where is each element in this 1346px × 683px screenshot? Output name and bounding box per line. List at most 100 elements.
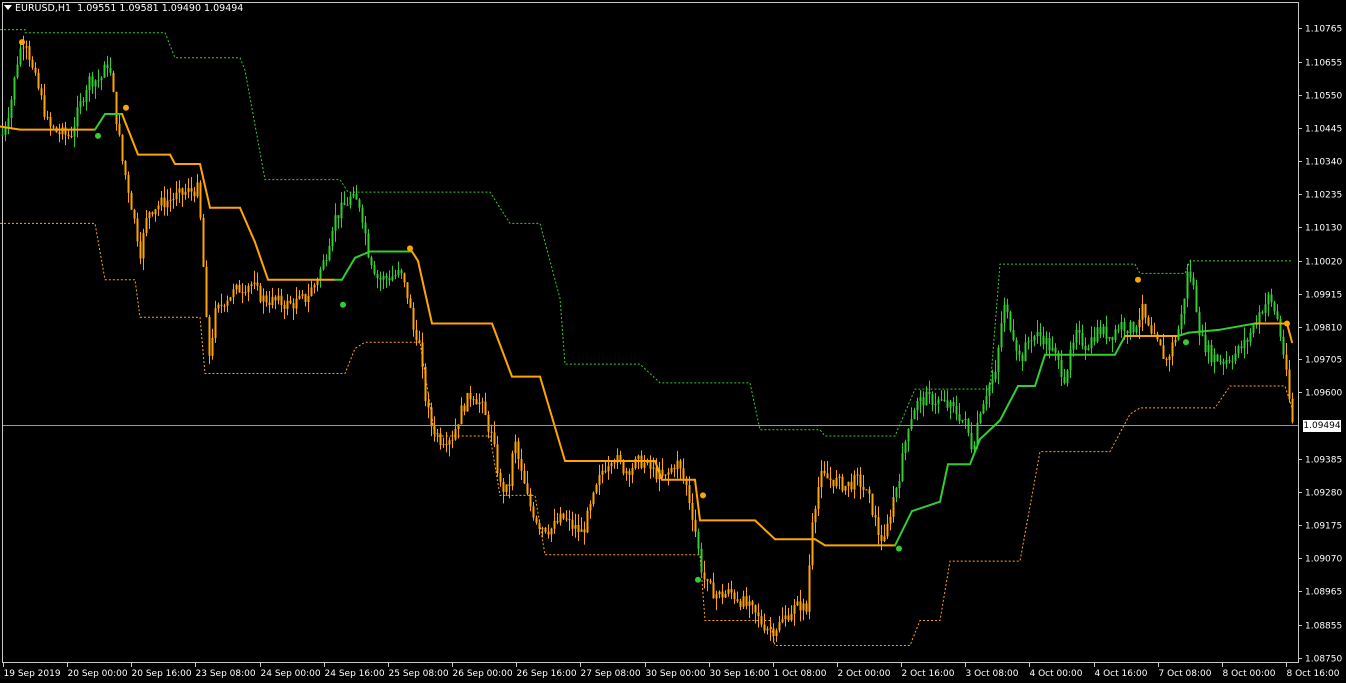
candle-body — [763, 624, 766, 631]
candle-body — [121, 134, 124, 161]
price-tick-label: 1.10130 — [1305, 224, 1342, 234]
candle-body — [253, 282, 256, 285]
candle-body — [103, 64, 106, 78]
candle-body — [25, 46, 28, 48]
candle-body — [505, 484, 508, 492]
candle-body — [160, 197, 163, 206]
current-price-label: 1.09494 — [1303, 419, 1341, 432]
price-tick-label: 1.10765 — [1305, 25, 1342, 35]
candle-body — [67, 134, 70, 136]
candle-body — [775, 630, 778, 636]
symbol-name: EURUSD,H1 — [15, 3, 72, 14]
candle-body — [985, 395, 988, 405]
candle-body — [748, 601, 751, 606]
candle-body — [61, 127, 64, 135]
candle-body — [526, 483, 529, 494]
candle-body — [757, 612, 760, 617]
candle-body — [286, 300, 289, 309]
time-tick-label: 1 Oct 08:00 — [774, 669, 827, 679]
candle-body — [436, 433, 439, 435]
candle-body — [1153, 333, 1156, 335]
candle-body — [1171, 342, 1174, 357]
candle-body — [799, 601, 802, 611]
candle-body — [898, 481, 901, 488]
candle-body — [1246, 339, 1249, 342]
candle-body — [1096, 327, 1099, 342]
candle-body — [1210, 344, 1213, 363]
candle-body — [1165, 359, 1168, 360]
signal-dot — [340, 301, 346, 308]
candle-body — [751, 601, 754, 606]
candle-body — [85, 89, 88, 102]
candle-body — [463, 405, 466, 412]
candle-body — [1186, 271, 1189, 299]
candle-body — [1180, 314, 1183, 330]
candle-body — [442, 444, 445, 446]
candle-body — [982, 404, 985, 414]
candle-body — [1225, 360, 1228, 364]
candle-body — [826, 473, 829, 479]
candle-body — [136, 218, 139, 242]
symbol-header[interactable]: EURUSD,H1 1.09551 1.09581 1.09490 1.0949… — [4, 3, 243, 14]
time-tick-label: 20 Sep 16:00 — [132, 669, 192, 679]
candle-body — [1090, 337, 1093, 349]
candle-body — [361, 207, 364, 223]
dropdown-triangle-icon[interactable] — [4, 5, 12, 10]
candle-body — [586, 510, 589, 533]
candle-body — [1174, 339, 1177, 343]
price-chart[interactable]: 1.10765 1.10655 1.10550 1.10445 1.10340 1.102… — [0, 0, 1346, 683]
price-tick-label: 1.10235 — [1305, 191, 1342, 201]
candle-body — [439, 433, 442, 445]
candle-body — [859, 474, 862, 487]
candle-body — [142, 232, 145, 259]
candle-body — [40, 88, 43, 96]
candle-body — [127, 175, 130, 193]
price-tick-label: 1.10445 — [1305, 125, 1342, 135]
candle-body — [1222, 361, 1225, 364]
candle-body — [10, 99, 13, 118]
candle-body — [814, 508, 817, 523]
time-tick-label: 2 Oct 16:00 — [902, 669, 955, 679]
candle-body — [64, 127, 67, 135]
candle-body — [124, 161, 127, 176]
candle-body — [979, 413, 982, 423]
candle-body — [346, 204, 349, 206]
candle-body — [202, 217, 205, 267]
candle-body — [961, 420, 964, 422]
candle-body — [229, 297, 232, 301]
candle-body — [718, 591, 721, 595]
candle-body — [13, 77, 16, 100]
candle-body — [679, 460, 682, 469]
candle-body — [397, 270, 400, 275]
candle-body — [877, 517, 880, 535]
candle-body — [484, 401, 487, 415]
candle-body — [1258, 312, 1261, 324]
candle-body — [373, 265, 376, 274]
price-tick-label: 1.10655 — [1305, 59, 1342, 69]
candle-body — [787, 615, 790, 621]
candle-body — [700, 548, 703, 573]
candle-body — [7, 118, 10, 127]
time-tick-label: 8 Oct 16:00 — [1287, 669, 1340, 679]
candle-body — [475, 399, 478, 405]
candle-body — [1141, 304, 1144, 320]
signal-dot — [123, 104, 129, 111]
time-tick-label: 30 Sep 00:00 — [646, 669, 706, 679]
candle-body — [325, 260, 328, 262]
candle-body — [970, 433, 973, 450]
candle-body — [535, 517, 538, 523]
candle-body — [244, 292, 247, 293]
candle-body — [583, 529, 586, 533]
candle-body — [676, 460, 679, 470]
candle-body — [580, 529, 583, 532]
candle-body — [1039, 332, 1042, 337]
candle-body — [1018, 350, 1021, 355]
candle-body — [1009, 312, 1012, 331]
candle-body — [349, 196, 352, 205]
candle-body — [424, 366, 427, 402]
candle-body — [133, 209, 136, 219]
chart-canvas[interactable]: 1.10765 1.10655 1.10550 1.10445 1.10340 1.102… — [0, 0, 1346, 683]
candle-body — [478, 402, 481, 405]
candle-body — [97, 80, 100, 82]
candle-body — [481, 401, 484, 403]
